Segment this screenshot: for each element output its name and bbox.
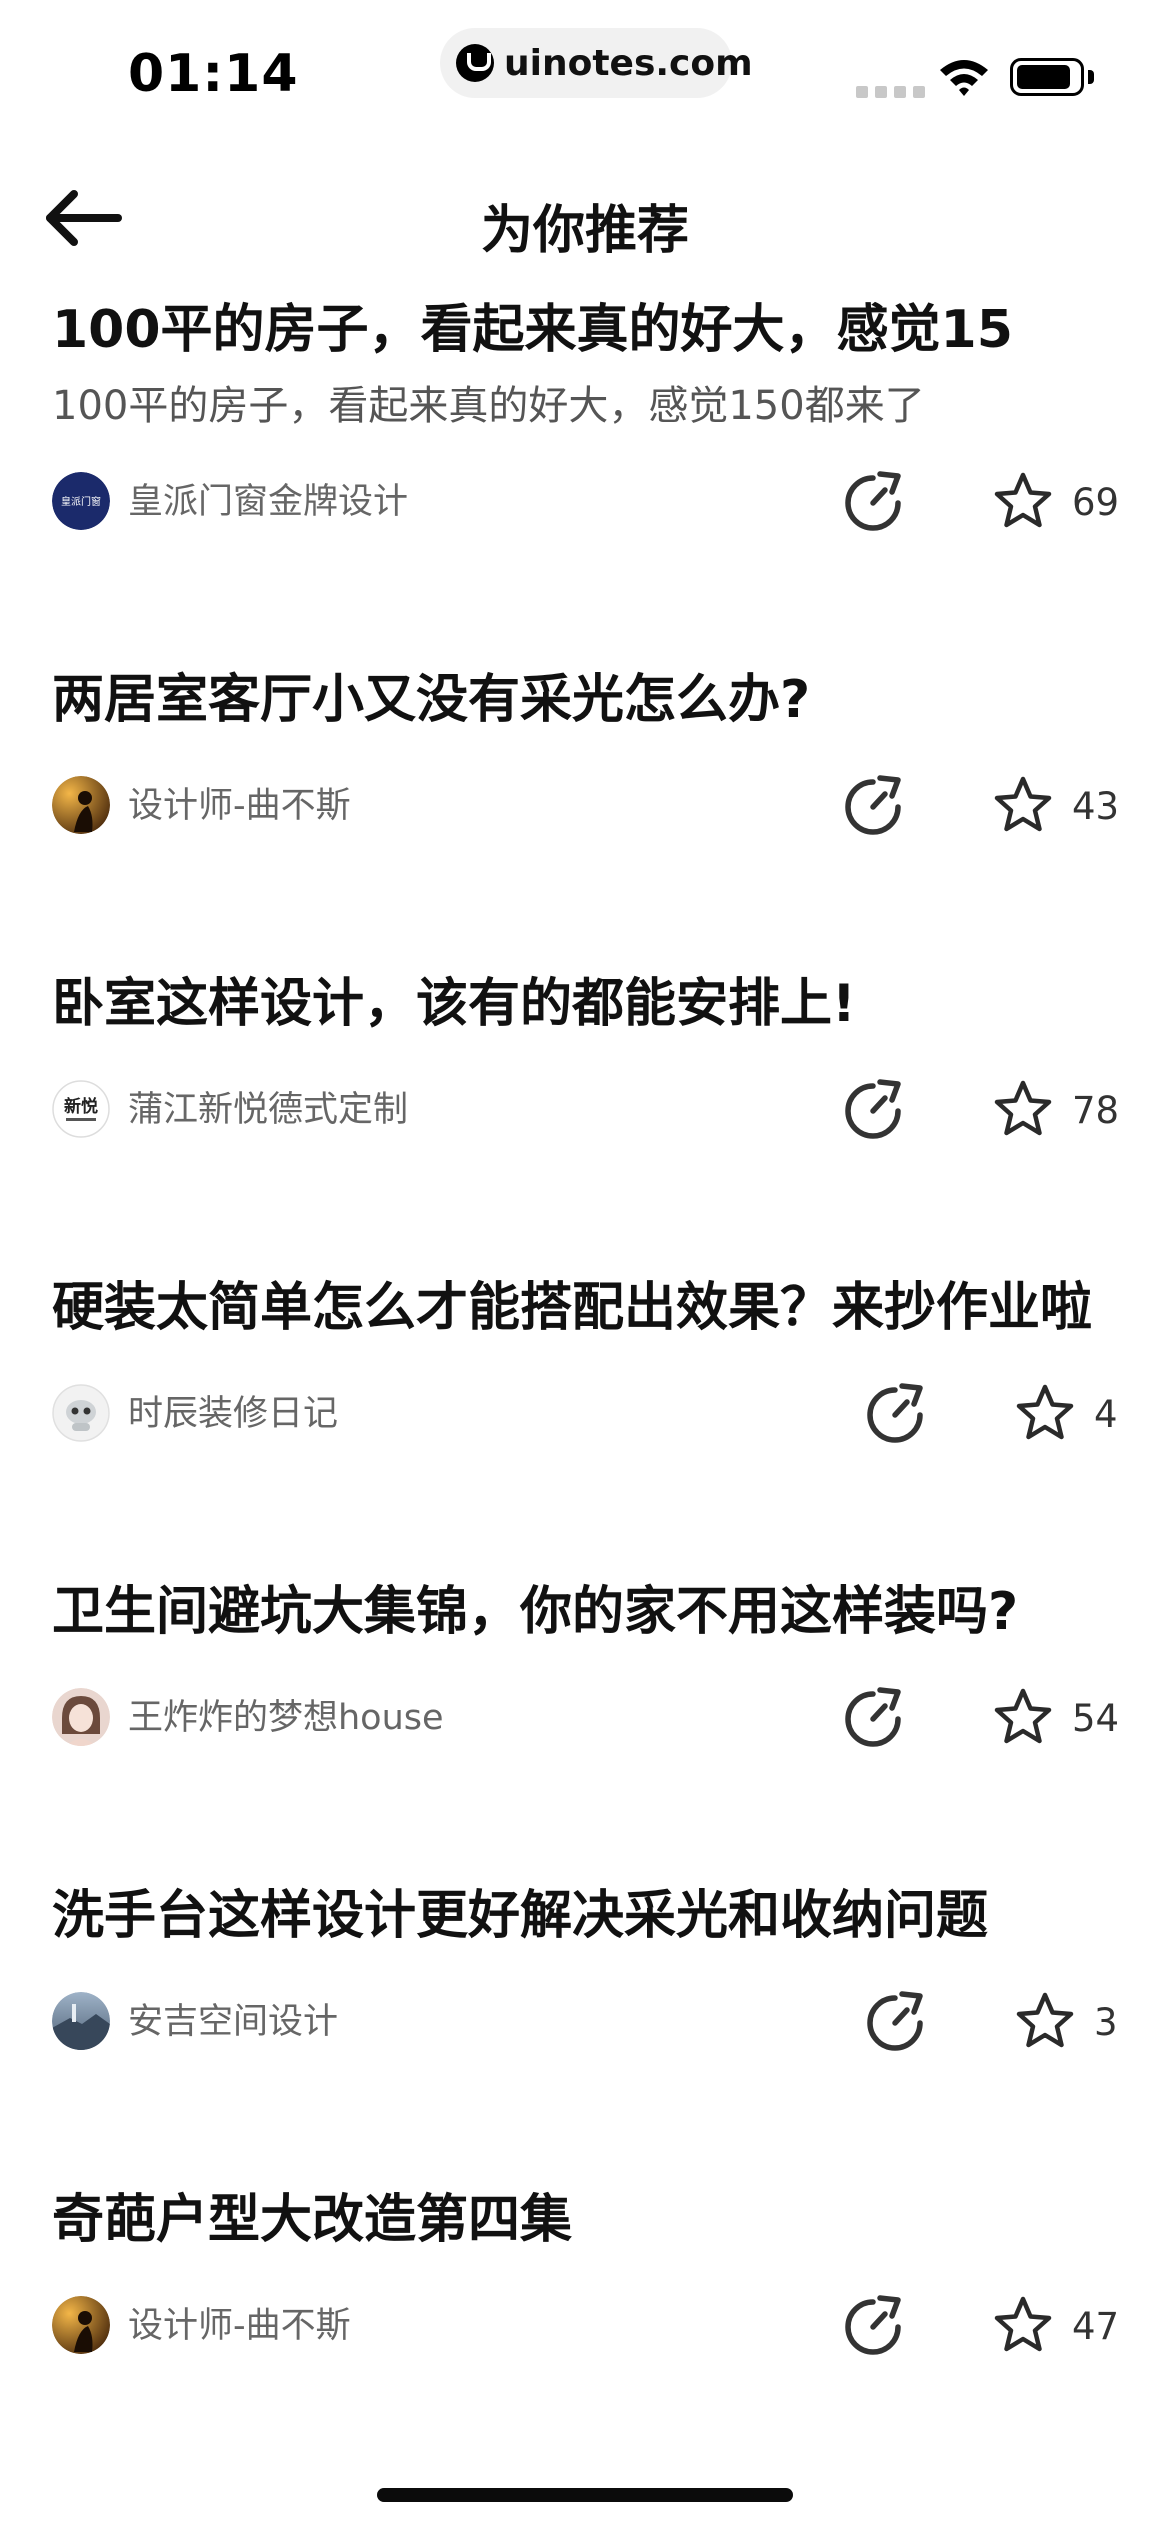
recommendation-feed: 100平的房子，看起来真的好大，感觉15 100平的房子，看起来真的好大，感觉1… (0, 290, 1170, 2484)
feed-item[interactable]: 奇葩户型大改造第四集 设计师-曲不斯 47 (0, 2180, 1170, 2358)
avatar[interactable]: 皇派门窗 (52, 472, 110, 530)
like-count: 4 (1094, 1392, 1118, 1436)
item-title: 洗手台这样设计更好解决采光和收纳问题 (52, 1886, 989, 1946)
item-meta-row: 时辰装修日记 4 (52, 1382, 1118, 1446)
like-button[interactable]: 54 (990, 1684, 1119, 1752)
like-count: 54 (1072, 1696, 1120, 1740)
status-bar: 01:14 uinotes.com (0, 0, 1170, 150)
refresh-arrow-icon[interactable] (840, 1078, 906, 1144)
item-meta-row: 设计师-曲不斯 43 (52, 772, 1119, 840)
item-title: 两居室客厅小又没有采光怎么办? (52, 670, 811, 730)
like-count: 69 (1072, 480, 1120, 524)
item-title: 卧室这样设计，该有的都能安排上! (52, 974, 856, 1034)
refresh-arrow-icon[interactable] (840, 1686, 906, 1752)
item-meta-row: 新悦 蒲江新悦德式定制 78 (52, 1076, 1119, 1144)
feed-item[interactable]: 卫生间避坑大集锦，你的家不用这样装吗? 王炸炸的梦想house 54 (0, 1572, 1170, 1750)
refresh-arrow-icon[interactable] (840, 2294, 906, 2360)
feed-item[interactable]: 卧室这样设计，该有的都能安排上! 新悦 蒲江新悦德式定制 78 (0, 964, 1170, 1142)
item-subtitle: 100平的房子，看起来真的好大，感觉150都来了 (52, 383, 925, 429)
like-button[interactable]: 43 (990, 772, 1119, 840)
avatar[interactable] (52, 1992, 110, 2050)
avatar-logo-text: 新悦 (64, 1096, 98, 1117)
author-name[interactable]: 时辰装修日记 (128, 1390, 338, 1438)
like-button[interactable]: 3 (1012, 1988, 1118, 2056)
item-title: 100平的房子，看起来真的好大，感觉15 (52, 300, 1013, 360)
avatar-logo-text: 皇派门窗 (61, 495, 101, 508)
site-logo-icon (456, 44, 494, 82)
feed-item[interactable]: 100平的房子，看起来真的好大，感觉15 100平的房子，看起来真的好大，感觉1… (0, 290, 1170, 534)
like-button[interactable]: 4 (1012, 1380, 1118, 1448)
cellular-signal-icon (856, 86, 925, 98)
like-button[interactable]: 47 (990, 2292, 1119, 2360)
item-title: 卫生间避坑大集锦，你的家不用这样装吗? (52, 1582, 1019, 1642)
feed-item[interactable]: 两居室客厅小又没有采光怎么办? 设计师-曲不斯 43 (0, 660, 1170, 838)
url-pill[interactable]: uinotes.com (440, 28, 753, 98)
author-name[interactable]: 设计师-曲不斯 (128, 782, 351, 830)
item-meta-row: 安吉空间设计 3 (52, 1990, 1118, 2054)
refresh-arrow-icon[interactable] (840, 470, 906, 536)
refresh-arrow-icon[interactable] (862, 1382, 928, 1448)
refresh-arrow-icon[interactable] (862, 1990, 928, 2056)
item-title: 硬装太简单怎么才能搭配出效果？来抄作业啦 (52, 1278, 1093, 1338)
refresh-arrow-icon[interactable] (840, 774, 906, 840)
avatar[interactable] (52, 2296, 110, 2354)
url-text: uinotes.com (504, 42, 753, 84)
star-icon (994, 1080, 1052, 1136)
star-icon (1016, 1384, 1074, 1440)
author-name[interactable]: 皇派门窗金牌设计 (128, 478, 408, 526)
avatar[interactable] (52, 776, 110, 834)
star-icon (994, 776, 1052, 832)
like-count: 47 (1072, 2304, 1120, 2348)
item-meta-row: 设计师-曲不斯 47 (52, 2292, 1119, 2360)
item-title: 奇葩户型大改造第四集 (52, 2190, 573, 2250)
nav-bar: 为你推荐 (0, 150, 1170, 290)
star-icon (994, 2296, 1052, 2352)
author-name[interactable]: 蒲江新悦德式定制 (128, 1086, 408, 1134)
star-icon (994, 472, 1052, 528)
like-count: 43 (1072, 784, 1120, 828)
author-name[interactable]: 设计师-曲不斯 (128, 2302, 351, 2350)
feed-item[interactable]: 硬装太简单怎么才能搭配出效果？来抄作业啦 时辰装修日记 4 (0, 1268, 1170, 1446)
star-icon (1016, 1992, 1074, 2048)
author-name[interactable]: 安吉空间设计 (128, 1998, 338, 2046)
like-button[interactable]: 69 (990, 468, 1119, 536)
avatar[interactable] (52, 1384, 110, 1442)
author-name[interactable]: 王炸炸的梦想house (128, 1694, 444, 1742)
feed-item[interactable]: 洗手台这样设计更好解决采光和收纳问题 安吉空间设计 3 (0, 1876, 1170, 2054)
home-indicator[interactable] (377, 2488, 793, 2502)
avatar[interactable]: 新悦 (52, 1080, 110, 1138)
item-meta-row: 皇派门窗 皇派门窗金牌设计 69 (52, 468, 1119, 536)
like-button[interactable]: 78 (990, 1076, 1119, 1144)
item-meta-row: 王炸炸的梦想house 54 (52, 1684, 1119, 1752)
battery-cap (1088, 70, 1094, 84)
page-title: 为你推荐 (480, 201, 689, 261)
battery-icon (1010, 58, 1084, 96)
star-icon (994, 1688, 1052, 1744)
like-count: 78 (1072, 1088, 1120, 1132)
like-count: 3 (1094, 2000, 1118, 2044)
status-time: 01:14 (128, 44, 299, 104)
avatar[interactable] (52, 1688, 110, 1746)
wifi-icon (940, 60, 988, 96)
